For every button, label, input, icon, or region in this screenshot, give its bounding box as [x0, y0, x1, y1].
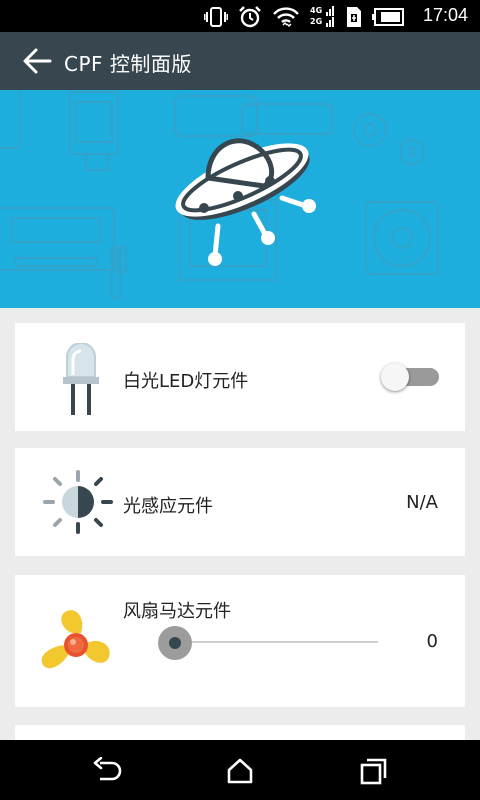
status-icons: 4G 2G — [204, 6, 404, 28]
recents-icon[interactable] — [358, 757, 388, 785]
slider-knob[interactable] — [158, 626, 192, 660]
signal-bars-icon — [326, 6, 334, 27]
network-signal: 4G 2G — [310, 6, 336, 28]
fan-speed-slider[interactable] — [158, 626, 378, 660]
wifi-icon — [273, 7, 299, 28]
fan-icon — [41, 610, 110, 669]
light-sensor-label: 光感应元件 — [123, 496, 213, 517]
toggle-thumb — [381, 363, 409, 391]
led-icon — [63, 343, 99, 415]
hero-banner — [0, 90, 480, 308]
home-icon[interactable] — [225, 757, 255, 785]
fan-speed-value: 0 — [426, 631, 438, 652]
slider-rail — [174, 641, 378, 643]
status-time: 17:04 — [422, 5, 468, 25]
led-toggle[interactable] — [381, 363, 439, 391]
led-component-card: 白光LED灯元件 — [15, 323, 465, 431]
2g-label: 2G — [310, 17, 323, 26]
back-icon[interactable] — [92, 757, 122, 785]
light-sensor-icon — [43, 470, 113, 534]
alarm-icon — [239, 6, 261, 28]
app-bar: CPF 控制面版 — [0, 32, 480, 90]
navigation-bar — [0, 740, 480, 800]
arrow-left-icon[interactable] — [22, 48, 52, 74]
fan-motor-label: 风扇马达元件 — [123, 601, 231, 622]
light-sensor-card: 光感应元件 N/A — [15, 448, 465, 556]
led-label: 白光LED灯元件 — [123, 371, 249, 392]
4g-label: 4G — [310, 6, 323, 15]
fan-motor-card: 风扇马达元件 0 — [15, 575, 465, 707]
sim-icon — [347, 7, 361, 27]
status-bar: 4G 2G 17:04 — [0, 0, 480, 32]
battery-icon — [372, 8, 404, 26]
ufo-icon — [175, 138, 316, 266]
page-title: CPF 控制面版 — [64, 52, 192, 76]
light-sensor-value: N/A — [406, 492, 438, 513]
vibrate-icon — [204, 7, 228, 27]
